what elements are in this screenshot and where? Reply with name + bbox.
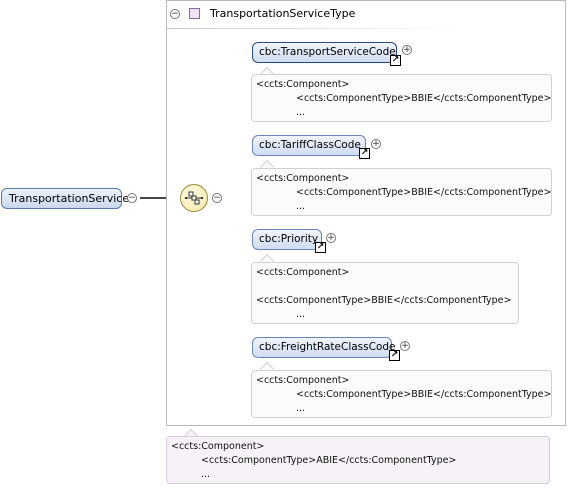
- annotation-box: <ccts:Component> <ccts:ComponentType>BBI…: [251, 370, 552, 418]
- annotation-line: ...: [296, 403, 306, 414]
- annotation-line: <ccts:ComponentType>BBIE</ccts:Component…: [296, 93, 552, 104]
- type-name-label: TransportationServiceType: [210, 7, 356, 20]
- expand-icon[interactable]: +: [400, 341, 410, 351]
- annotation-line: <ccts:Component>: [171, 441, 265, 452]
- annotation-line: <ccts:Component>: [256, 173, 350, 184]
- child-element-priority[interactable]: cbc:Priority: [252, 229, 322, 250]
- annotation-line: <ccts:Component>: [256, 79, 350, 90]
- complex-type-icon: [189, 8, 200, 19]
- child-element-tariff-class-code[interactable]: cbc:TariffClassCode: [252, 135, 366, 156]
- collapse-root-icon[interactable]: −: [127, 193, 137, 203]
- sequence-icon: [185, 191, 203, 205]
- type-annotation-box: <ccts:Component> <ccts:ComponentType>ABI…: [166, 436, 550, 484]
- annotation-line: ...: [201, 469, 211, 480]
- annotation-line: <ccts:ComponentType>BBIE</ccts:Component…: [296, 389, 552, 400]
- annotation-line: ...: [296, 309, 306, 320]
- expand-icon[interactable]: +: [326, 233, 336, 243]
- child-element-transport-service-code[interactable]: cbc:TransportServiceCode: [252, 42, 397, 63]
- collapse-sequence-icon[interactable]: −: [212, 193, 222, 203]
- annotation-line: <ccts:Component>: [256, 267, 350, 278]
- annotation-box: <ccts:Component> <ccts:ComponentType>BBI…: [251, 74, 552, 122]
- annotation-line: <ccts:ComponentType>ABIE</ccts:Component…: [201, 455, 457, 466]
- annotation-line: <ccts:ComponentType>BBIE</ccts:Component…: [296, 187, 552, 198]
- reference-link-icon[interactable]: ↗: [389, 350, 400, 361]
- reference-link-icon[interactable]: ↗: [390, 55, 401, 66]
- expand-icon[interactable]: +: [371, 139, 381, 149]
- type-header-divider: [166, 28, 466, 29]
- reference-link-icon[interactable]: ↗: [359, 148, 370, 159]
- annotation-line: <ccts:Component>: [256, 375, 350, 386]
- annotation-box: <ccts:Component> <ccts:ComponentType>BBI…: [251, 262, 519, 324]
- root-element-label: TransportationService: [9, 192, 130, 205]
- expand-icon[interactable]: +: [402, 45, 412, 55]
- annotation-line: ...: [296, 201, 306, 212]
- annotation-box: <ccts:Component> <ccts:ComponentType>BBI…: [251, 168, 552, 216]
- child-element-label: cbc:TransportServiceCode: [259, 46, 396, 58]
- annotation-line: <ccts:ComponentType>BBIE</ccts:Component…: [256, 295, 512, 306]
- child-element-label: cbc:Priority: [259, 233, 319, 245]
- annotation-line: ...: [296, 107, 306, 118]
- sequence-compositor[interactable]: [180, 184, 208, 212]
- root-element-transportation-service[interactable]: TransportationService: [1, 188, 129, 209]
- child-element-label: cbc:TariffClassCode: [259, 139, 361, 151]
- collapse-type-icon[interactable]: −: [170, 9, 180, 19]
- child-element-label: cbc:FreightRateClassCode: [259, 341, 396, 353]
- child-element-freight-rate-class-code[interactable]: cbc:FreightRateClassCode: [252, 337, 396, 358]
- reference-link-icon[interactable]: ↗: [315, 242, 326, 253]
